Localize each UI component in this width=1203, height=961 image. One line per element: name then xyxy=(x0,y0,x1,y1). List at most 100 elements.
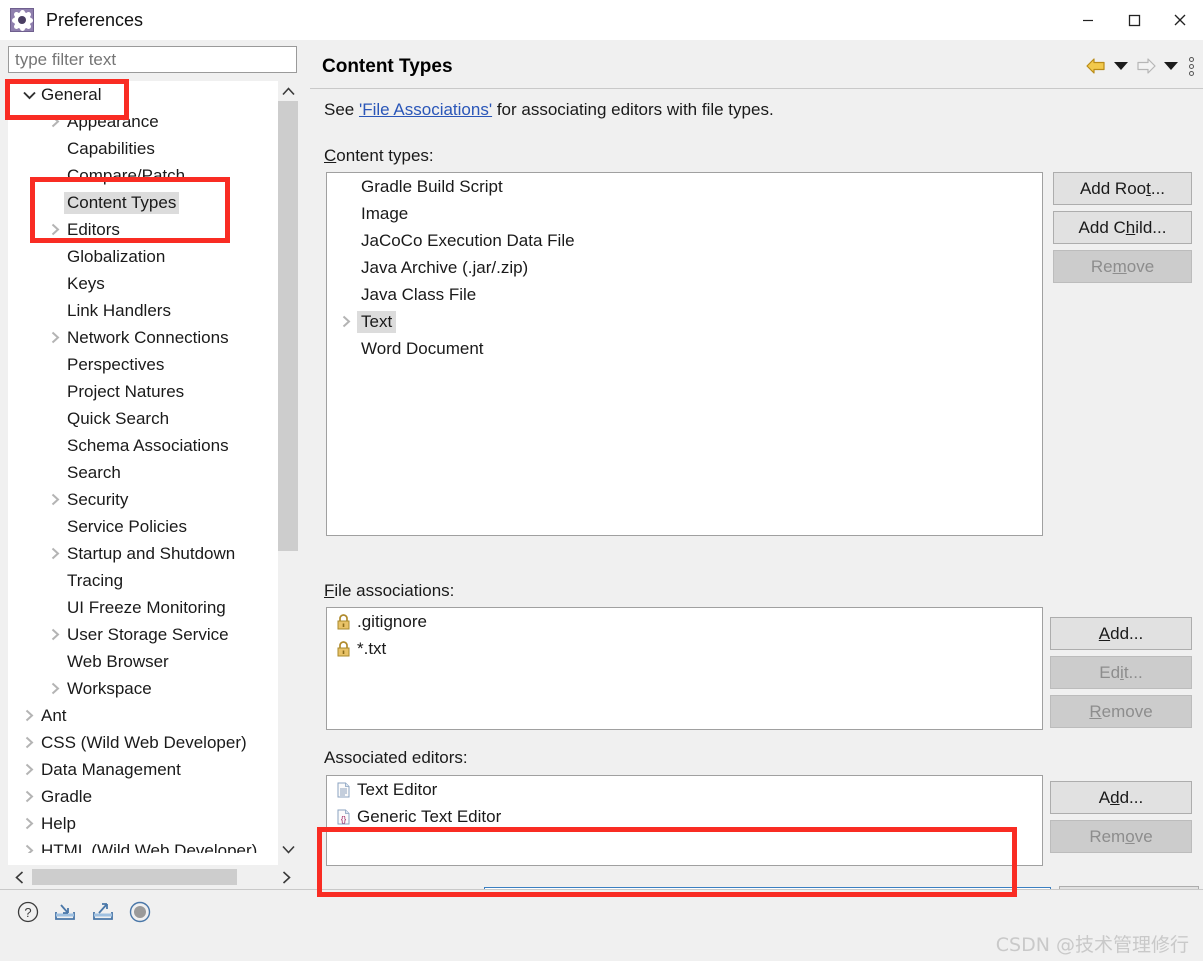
sidebar-item-label: Data Management xyxy=(41,759,181,779)
sidebar-item-startup-and-shutdown[interactable]: Startup and Shutdown xyxy=(8,540,278,567)
chevron-right-icon[interactable] xyxy=(20,763,38,776)
add-root-button[interactable]: Add Roo t... xyxy=(1053,172,1192,205)
sidebar-item-keys[interactable]: Keys xyxy=(8,270,278,297)
sidebar-item-ui-freeze-monitoring[interactable]: UI Freeze Monitoring xyxy=(8,594,278,621)
back-history-chevron-down-icon[interactable] xyxy=(1114,62,1128,70)
sidebar-item-compare-patch[interactable]: Compare/Patch xyxy=(8,162,278,189)
sidebar-item-workspace[interactable]: Workspace xyxy=(8,675,278,702)
file-association-row[interactable]: *.txt xyxy=(327,635,1042,662)
sidebar-item-web-browser[interactable]: Web Browser xyxy=(8,648,278,675)
chevron-right-icon[interactable] xyxy=(46,547,64,560)
scroll-left-icon[interactable] xyxy=(8,865,30,889)
chevron-down-icon[interactable] xyxy=(20,90,38,100)
associated-editor-row[interactable]: Text Editor xyxy=(327,776,1042,803)
associated-editor-row[interactable]: {} Generic Text Editor xyxy=(327,803,1042,830)
file-associations-label-rest: ile associations: xyxy=(334,581,455,600)
sidebar-item-label: Appearance xyxy=(67,111,159,131)
content-type-row[interactable]: Text xyxy=(327,308,1042,335)
file-associations-link[interactable]: 'File Associations' xyxy=(359,100,492,119)
sidebar-hscroll-thumb[interactable] xyxy=(32,869,237,885)
back-arrow-icon[interactable] xyxy=(1084,54,1108,78)
svg-text:?: ? xyxy=(24,905,31,920)
sidebar-item-service-policies[interactable]: Service Policies xyxy=(8,513,278,540)
sidebar-item-network-connections[interactable]: Network Connections xyxy=(8,324,278,351)
export-icon[interactable] xyxy=(90,900,116,929)
import-icon[interactable] xyxy=(52,900,78,929)
sidebar-item-ant[interactable]: Ant xyxy=(8,702,278,729)
sidebar-scroll-thumb[interactable] xyxy=(278,101,298,551)
chevron-right-icon[interactable] xyxy=(46,628,64,641)
generic-text-editor-icon: {} xyxy=(333,809,353,825)
add-button[interactable]: Add... xyxy=(1050,617,1192,650)
sidebar-item-security[interactable]: Security xyxy=(8,486,278,513)
file-association-row[interactable]: .gitignore xyxy=(327,608,1042,635)
chevron-right-icon[interactable] xyxy=(46,223,64,236)
chevron-right-icon[interactable] xyxy=(46,682,64,695)
restore-defaults-icon[interactable] xyxy=(128,900,152,929)
sidebar-item-capabilities[interactable]: Capabilities xyxy=(8,135,278,162)
scroll-down-icon[interactable] xyxy=(278,839,298,859)
chevron-right-icon[interactable] xyxy=(46,331,64,344)
chevron-right-icon[interactable] xyxy=(335,315,357,328)
sidebar-item-label: Ant xyxy=(41,705,67,725)
text-file-icon xyxy=(333,782,353,798)
content-types-label: Content types: xyxy=(324,146,434,165)
chevron-right-icon[interactable] xyxy=(20,790,38,803)
minimize-button[interactable] xyxy=(1065,0,1111,40)
view-menu-icon[interactable] xyxy=(1184,56,1198,76)
sidebar-horizontal-scrollbar[interactable] xyxy=(8,865,297,889)
sidebar-item-link-handlers[interactable]: Link Handlers xyxy=(8,297,278,324)
sidebar-item-search[interactable]: Search xyxy=(8,459,278,486)
content-type-row[interactable]: Java Class File xyxy=(327,281,1042,308)
description-prefix: See xyxy=(324,100,359,119)
sidebar-vertical-scrollbar[interactable] xyxy=(278,81,298,889)
add-child-button[interactable]: Add Ch ild... xyxy=(1053,211,1192,244)
content-types-listbox[interactable]: Gradle Build Script Image JaCoCo Execution… xyxy=(326,172,1043,536)
chevron-right-icon[interactable] xyxy=(20,844,38,853)
edit-button: Ed i t... xyxy=(1050,656,1192,689)
sidebar-item-general[interactable]: General xyxy=(8,81,278,108)
filter-input[interactable] xyxy=(8,46,297,73)
sidebar-item-perspectives[interactable]: Perspectives xyxy=(8,351,278,378)
sidebar-item-gradle[interactable]: Gradle xyxy=(8,783,278,810)
close-button[interactable] xyxy=(1157,0,1203,40)
sidebar-item-editors[interactable]: Editors xyxy=(8,216,278,243)
chevron-right-icon[interactable] xyxy=(20,817,38,830)
sidebar-item-content-types[interactable]: Content Types xyxy=(8,189,278,216)
sidebar-item-user-storage-service[interactable]: User Storage Service xyxy=(8,621,278,648)
add-button[interactable]: Add... xyxy=(1050,781,1192,814)
sidebar-item-label: Schema Associations xyxy=(67,435,229,455)
content-type-row[interactable]: Word Document xyxy=(327,335,1042,362)
sidebar-item-html-wild-web-developer[interactable]: HTML (Wild Web Developer) xyxy=(8,837,278,853)
forward-history-chevron-down-icon[interactable] xyxy=(1164,62,1178,70)
page-title: Content Types xyxy=(322,56,453,77)
scroll-up-icon[interactable] xyxy=(278,81,298,101)
sidebar-item-tracing[interactable]: Tracing xyxy=(8,567,278,594)
sidebar-item-appearance[interactable]: Appearance xyxy=(8,108,278,135)
chevron-right-icon[interactable] xyxy=(46,493,64,506)
sidebar-item-quick-search[interactable]: Quick Search xyxy=(8,405,278,432)
maximize-button[interactable] xyxy=(1111,0,1157,40)
preference-tree[interactable]: General Appearance Capabilities Compare/Pat… xyxy=(8,81,297,889)
sidebar-item-project-natures[interactable]: Project Natures xyxy=(8,378,278,405)
content-type-row[interactable]: Java Archive (.jar/.zip) xyxy=(327,254,1042,281)
description-suffix: for associating editors with file types. xyxy=(492,100,774,119)
chevron-right-icon[interactable] xyxy=(20,736,38,749)
sidebar-item-globalization[interactable]: Globalization xyxy=(8,243,278,270)
content-type-row[interactable]: JaCoCo Execution Data File xyxy=(327,227,1042,254)
sidebar-item-label: Globalization xyxy=(67,246,166,266)
sidebar-item-css-wild-web-developer[interactable]: CSS (Wild Web Developer) xyxy=(8,729,278,756)
content-type-row[interactable]: Gradle Build Script xyxy=(327,173,1042,200)
scroll-right-icon[interactable] xyxy=(275,865,297,889)
associated-editors-listbox[interactable]: Text Editor {} Generic Text Editor xyxy=(326,775,1043,866)
sidebar-item-data-management[interactable]: Data Management xyxy=(8,756,278,783)
sidebar-item-label: Editors xyxy=(67,219,120,239)
sidebar-item-schema-associations[interactable]: Schema Associations xyxy=(8,432,278,459)
chevron-right-icon[interactable] xyxy=(20,709,38,722)
chevron-right-icon[interactable] xyxy=(46,115,64,128)
file-associations-listbox[interactable]: .gitignore *.txt xyxy=(326,607,1043,730)
sidebar-item-label: Security xyxy=(67,489,129,509)
help-icon[interactable]: ? xyxy=(16,900,40,929)
sidebar-item-help[interactable]: Help xyxy=(8,810,278,837)
content-type-row[interactable]: Image xyxy=(327,200,1042,227)
